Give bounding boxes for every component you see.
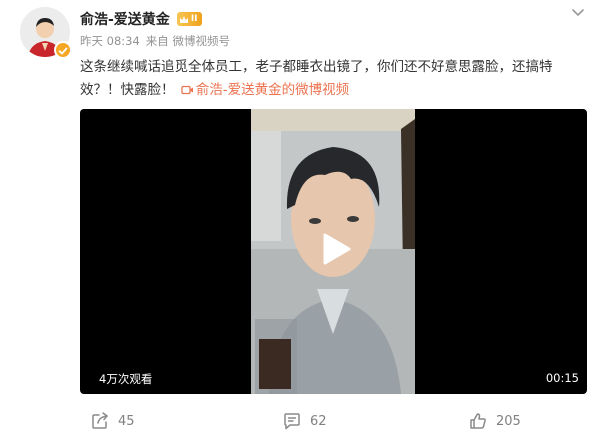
repost-button[interactable]: 45 xyxy=(90,406,135,436)
repost-count: 45 xyxy=(118,413,135,429)
more-icon xyxy=(572,9,584,16)
post-source: 来自 微博视频号 xyxy=(145,34,230,48)
post-time[interactable]: 昨天 08:34 xyxy=(80,33,140,49)
author-row: 俞浩-爱送黄金 II xyxy=(80,9,202,29)
play-icon xyxy=(323,233,351,265)
play-button[interactable] xyxy=(313,229,353,269)
like-icon xyxy=(470,413,486,429)
repost-icon xyxy=(92,412,108,429)
more-options-button[interactable] xyxy=(566,4,590,22)
video-camera-icon xyxy=(181,85,193,95)
video-link[interactable]: 俞浩-爱送黄金的微博视频 xyxy=(179,82,349,98)
vip-level: II xyxy=(190,14,198,24)
weibo-post: 俞浩-爱送黄金 II 昨天 08:34 来自 微博视频号 这条继续喊话追觅全体员… xyxy=(0,0,600,446)
verified-badge-icon xyxy=(54,41,72,59)
comment-button[interactable]: 62 xyxy=(282,406,327,436)
like-button[interactable]: 205 xyxy=(468,406,521,436)
view-count: 4万次观看 xyxy=(99,372,153,386)
username[interactable]: 俞浩-爱送黄金 xyxy=(80,9,170,29)
comment-icon xyxy=(284,413,300,430)
post-meta: 昨天 08:34 来自 微博视频号 xyxy=(80,33,230,49)
video-duration: 00:15 xyxy=(545,371,579,385)
action-bar: 45 62 205 xyxy=(0,406,600,436)
video-player[interactable]: 4万次观看 00:15 xyxy=(80,109,587,394)
comment-count: 62 xyxy=(310,413,327,429)
like-count: 205 xyxy=(496,413,521,429)
crown-icon xyxy=(179,15,188,23)
vip-badge[interactable]: II xyxy=(176,12,202,26)
video-link-text: 俞浩-爱送黄金的微博视频 xyxy=(195,82,350,98)
post-text: 这条继续喊话追觅全体员工，老子都睡衣出镜了，你们还不好意思露脸，还搞特效？！快露… xyxy=(80,56,585,102)
